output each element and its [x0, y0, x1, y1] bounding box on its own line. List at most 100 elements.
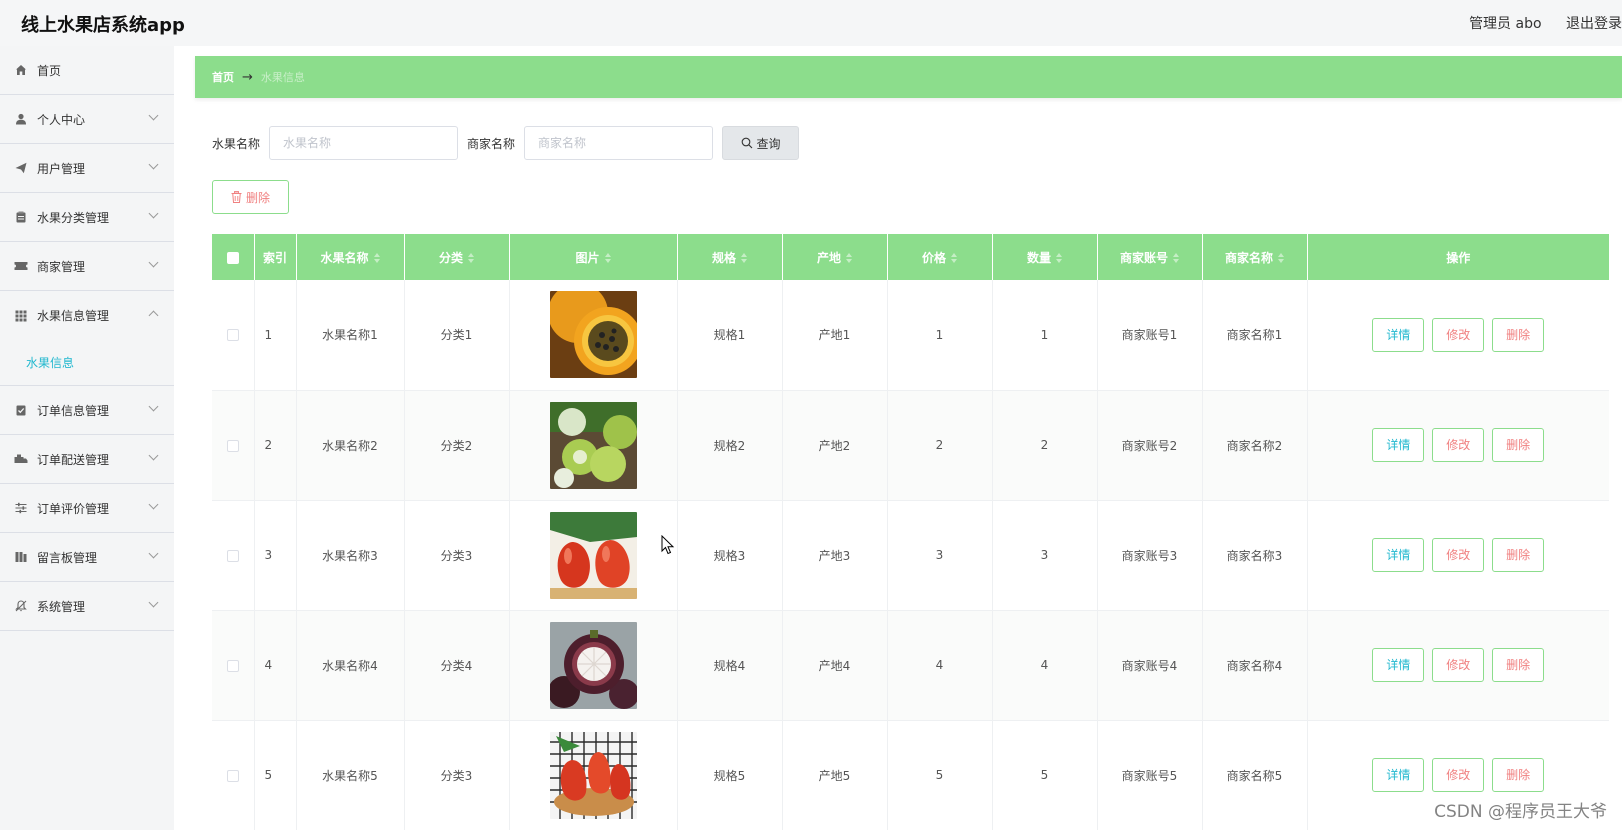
- cell-index: 4: [254, 610, 297, 721]
- delete-button[interactable]: 删除: [1492, 538, 1545, 572]
- column-header-merchant-account[interactable]: 商家账号: [1097, 234, 1203, 280]
- cell-quantity: 5: [992, 720, 1098, 830]
- detail-button[interactable]: 详情: [1372, 428, 1425, 462]
- detail-button[interactable]: 详情: [1372, 317, 1425, 352]
- sidebar-item-label: 首页: [37, 63, 62, 78]
- sidebar-item-label: 个人中心: [37, 112, 86, 127]
- cell-merchant-name: 商家名称5: [1202, 720, 1308, 830]
- delete-button[interactable]: 删除: [1492, 428, 1545, 462]
- cell-image: [509, 720, 678, 830]
- sidebar-item-personal-center[interactable]: 个人中心: [0, 95, 174, 144]
- chevron-down-icon: [148, 499, 159, 510]
- edit-button[interactable]: 修改: [1432, 648, 1485, 682]
- breadcrumb-current: 水果信息: [260, 71, 305, 84]
- column-header-spec[interactable]: 规格: [677, 234, 783, 280]
- edit-button[interactable]: 修改: [1432, 758, 1485, 792]
- fruit-image-wax-apple: [549, 511, 637, 599]
- sidebar-item-label: 订单评价管理: [37, 501, 110, 516]
- cell-actions: 详情 修改 删除: [1307, 610, 1609, 721]
- delete-button[interactable]: 删除: [1492, 758, 1545, 792]
- breadcrumb-separator: →: [242, 69, 253, 85]
- sort-icon[interactable]: [846, 253, 852, 263]
- column-header-merchant-name[interactable]: 商家名称: [1202, 234, 1308, 280]
- cell-merchant-account: 商家账号5: [1097, 720, 1203, 830]
- chevron-down-icon: [148, 159, 159, 170]
- cell-merchant-name: 商家名称3: [1202, 500, 1308, 611]
- table-row: 5 水果名称5 分类3 规格5 产地5 5 5 商家账号5 商家名称5 详情 修…: [212, 720, 1609, 830]
- merchant-name-label: 商家名称: [467, 136, 516, 151]
- sidebar-item-order-review-mgmt[interactable]: 订单评价管理: [0, 484, 174, 533]
- breadcrumb-home[interactable]: 首页: [212, 69, 234, 85]
- column-header-price[interactable]: 价格: [887, 234, 993, 280]
- sidebar-item-fruit-info-mgmt[interactable]: 水果信息管理: [0, 291, 174, 340]
- sidebar-item-order-delivery-mgmt[interactable]: 订单配送管理: [0, 435, 174, 484]
- merchant-name-input[interactable]: [524, 126, 714, 160]
- delivery-icon: [13, 451, 29, 467]
- sidebar-item-label: 留言板管理: [37, 550, 98, 565]
- detail-button[interactable]: 详情: [1372, 648, 1425, 682]
- edit-button[interactable]: 修改: [1432, 538, 1485, 572]
- cell-quantity: 4: [992, 610, 1098, 721]
- detail-button[interactable]: 详情: [1372, 758, 1425, 792]
- sort-icon[interactable]: [1173, 253, 1179, 263]
- send-icon: [13, 160, 29, 176]
- query-button[interactable]: 查询: [722, 126, 800, 160]
- column-header-origin[interactable]: 产地: [782, 234, 888, 280]
- table-row: 1 水果名称1 分类1 规格1 产地1 1 1 商家账号1 商家名称1 详情 修…: [212, 280, 1609, 391]
- user-icon: [13, 111, 29, 127]
- row-checkbox[interactable]: [226, 439, 239, 452]
- detail-button[interactable]: 详情: [1372, 538, 1425, 572]
- cell-actions: 详情 修改 删除: [1307, 280, 1609, 391]
- column-header-fruit-name[interactable]: 水果名称: [296, 234, 405, 280]
- row-checkbox[interactable]: [226, 329, 239, 342]
- column-header-image[interactable]: 图片: [509, 234, 678, 280]
- edit-button[interactable]: 修改: [1432, 317, 1485, 352]
- table-row: 2 水果名称2 分类2 规格2 产地2 2 2 商家账号2 商家名称2 详情 修…: [212, 390, 1609, 501]
- sidebar-item-merchant-mgmt[interactable]: 商家管理: [0, 242, 174, 291]
- grid-icon: [13, 308, 29, 324]
- logout-link[interactable]: 退出登录: [1566, 16, 1622, 32]
- cell-index: 3: [254, 500, 297, 611]
- cell-fruit-name: 水果名称1: [296, 280, 405, 391]
- sort-icon[interactable]: [1056, 253, 1062, 263]
- sort-icon[interactable]: [1278, 253, 1284, 263]
- clipboard-icon: [13, 209, 29, 225]
- cell-merchant-name: 商家名称2: [1202, 390, 1308, 501]
- query-button-label: 查询: [756, 136, 781, 151]
- sort-icon[interactable]: [741, 253, 747, 263]
- cell-merchant-name: 商家名称4: [1202, 610, 1308, 721]
- sort-icon[interactable]: [373, 253, 380, 263]
- column-header-quantity[interactable]: 数量: [992, 234, 1098, 280]
- sidebar-item-message-board-mgmt[interactable]: 留言板管理: [0, 533, 174, 582]
- fruit-name-input[interactable]: [269, 126, 459, 160]
- select-all-checkbox[interactable]: [226, 251, 239, 264]
- sort-icon[interactable]: [951, 253, 957, 263]
- chevron-down-icon: [148, 597, 159, 608]
- sidebar-item-home[interactable]: 首页: [0, 46, 174, 95]
- column-header-category[interactable]: 分类: [404, 234, 510, 280]
- batch-delete-button[interactable]: 删除: [212, 180, 289, 214]
- sidebar-item-label: 用户管理: [37, 161, 86, 176]
- cell-spec: 规格1: [677, 280, 783, 391]
- fruit-image-passion-fruit: [549, 291, 637, 379]
- edit-button[interactable]: 修改: [1432, 428, 1485, 462]
- delete-button[interactable]: 删除: [1492, 648, 1545, 682]
- sidebar-item-system-mgmt[interactable]: 系统管理: [0, 582, 174, 631]
- cell-price: 4: [887, 610, 993, 721]
- cell-image: [509, 500, 678, 611]
- sidebar-item-order-info-mgmt[interactable]: 订单信息管理: [0, 386, 174, 435]
- row-checkbox[interactable]: [226, 659, 239, 672]
- sidebar-item-user-mgmt[interactable]: 用户管理: [0, 144, 174, 193]
- top-bar: 线上水果店系统app 管理员 abo 退出登录: [0, 0, 1622, 46]
- sidebar-subitem-fruit-info[interactable]: 水果信息: [0, 340, 174, 386]
- order-icon: [13, 402, 29, 418]
- sidebar-item-fruit-category-mgmt[interactable]: 水果分类管理: [0, 193, 174, 242]
- cell-category: 分类3: [404, 720, 510, 830]
- row-checkbox[interactable]: [226, 769, 239, 782]
- sort-icon[interactable]: [604, 253, 611, 263]
- sidebar-item-label: 水果分类管理: [37, 210, 110, 225]
- row-checkbox[interactable]: [226, 549, 239, 562]
- delete-button[interactable]: 删除: [1492, 317, 1545, 352]
- sort-icon[interactable]: [468, 253, 474, 263]
- cell-quantity: 1: [992, 280, 1098, 391]
